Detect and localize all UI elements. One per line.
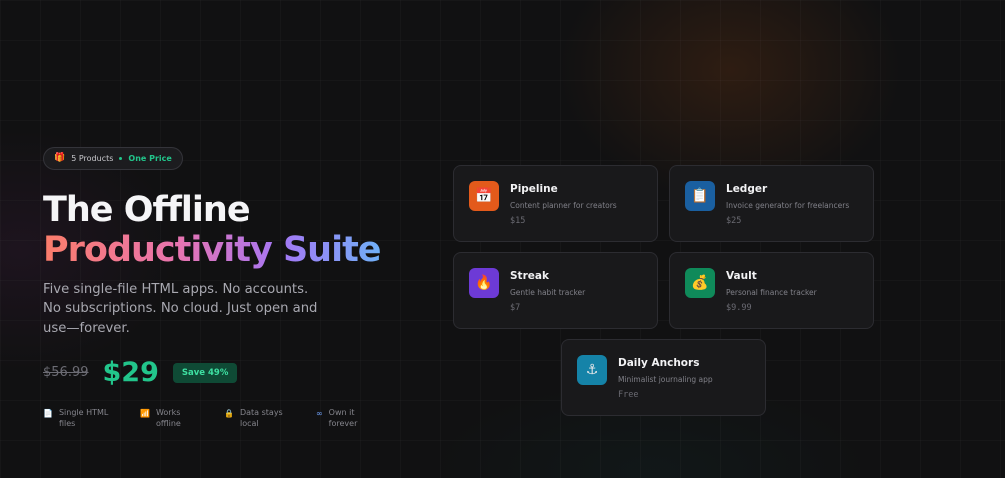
product-card-streak[interactable]: 🔥 Streak Gentle habit tracker $7 [453, 252, 658, 329]
new-price: $29 [102, 357, 159, 388]
hero-subtitle: Five single-file HTML apps. No accounts.… [43, 281, 318, 336]
product-name: Daily Anchors [618, 357, 700, 369]
calendar-icon: 📅 [469, 181, 499, 211]
document-icon: 📄 [43, 409, 53, 418]
product-name: Vault [726, 270, 757, 282]
product-card-vault[interactable]: 💰 Vault Personal finance tracker $9.99 [669, 252, 874, 329]
product-name: Ledger [726, 183, 768, 195]
lock-icon: 🔒 [224, 409, 234, 418]
product-price: Free [618, 390, 639, 400]
product-description: Gentle habit tracker [510, 288, 586, 297]
badge-price-label: One Price [128, 153, 172, 163]
page-title: The Offline Productivity Suite [43, 190, 423, 270]
product-price: $25 [726, 216, 742, 226]
save-badge: Save 49% [172, 362, 238, 383]
product-card-daily-anchors[interactable]: ⚓ Daily Anchors Minimalist journaling ap… [561, 339, 766, 416]
money-bag-icon: 💰 [685, 268, 715, 298]
anchor-icon: ⚓ [577, 355, 607, 385]
product-description: Minimalist journaling app [618, 375, 713, 384]
title-line-2: Productivity Suite [43, 229, 382, 270]
product-description: Invoice generator for freelancers [726, 201, 850, 210]
product-card-ledger[interactable]: 📋 Ledger Invoice generator for freelance… [669, 165, 874, 242]
feature-offline: 📶 Works offline [140, 407, 224, 429]
product-description: Personal finance tracker [726, 288, 817, 297]
bundle-badge: 🎁 5 Products One Price [43, 146, 183, 170]
hero-section: 🎁 5 Products One Price The Offline Produ… [43, 145, 423, 429]
feature-list: 📄 Single HTML files 📶 Works offline 🔒 Da… [43, 407, 423, 429]
landing-page: 🎁 5 Products One Price The Offline Produ… [0, 0, 1005, 478]
gift-icon: 🎁 [54, 153, 66, 163]
product-price: $15 [510, 216, 526, 226]
clipboard-icon: 📋 [685, 181, 715, 211]
infinity-icon: ∞ [316, 409, 323, 418]
feature-local-data: 🔒 Data stays local [224, 407, 316, 429]
badge-dot [119, 156, 123, 160]
feature-label: Works offline [155, 408, 181, 428]
product-card-pipeline[interactable]: 📅 Pipeline Content planner for creators … [453, 165, 658, 242]
feature-own-forever: ∞ Own it forever [316, 407, 386, 429]
old-price: $56.99 [43, 365, 89, 380]
offline-icon: 📶 [140, 409, 150, 418]
badge-products: 5 Products [71, 153, 114, 163]
feature-label: Single HTML files [58, 408, 109, 428]
product-name: Streak [510, 270, 549, 282]
product-price: $9.99 [726, 303, 752, 313]
feature-label: Own it forever [328, 408, 358, 428]
product-description: Content planner for creators [510, 201, 617, 210]
title-line-1: The Offline [43, 189, 251, 230]
product-name: Pipeline [510, 183, 558, 195]
product-price: $7 [510, 303, 521, 313]
flame-icon: 🔥 [469, 268, 499, 298]
price-row: $56.99 $29 Save 49% [43, 357, 423, 388]
feature-single-file: 📄 Single HTML files [43, 407, 140, 429]
feature-label: Data stays local [239, 408, 283, 428]
